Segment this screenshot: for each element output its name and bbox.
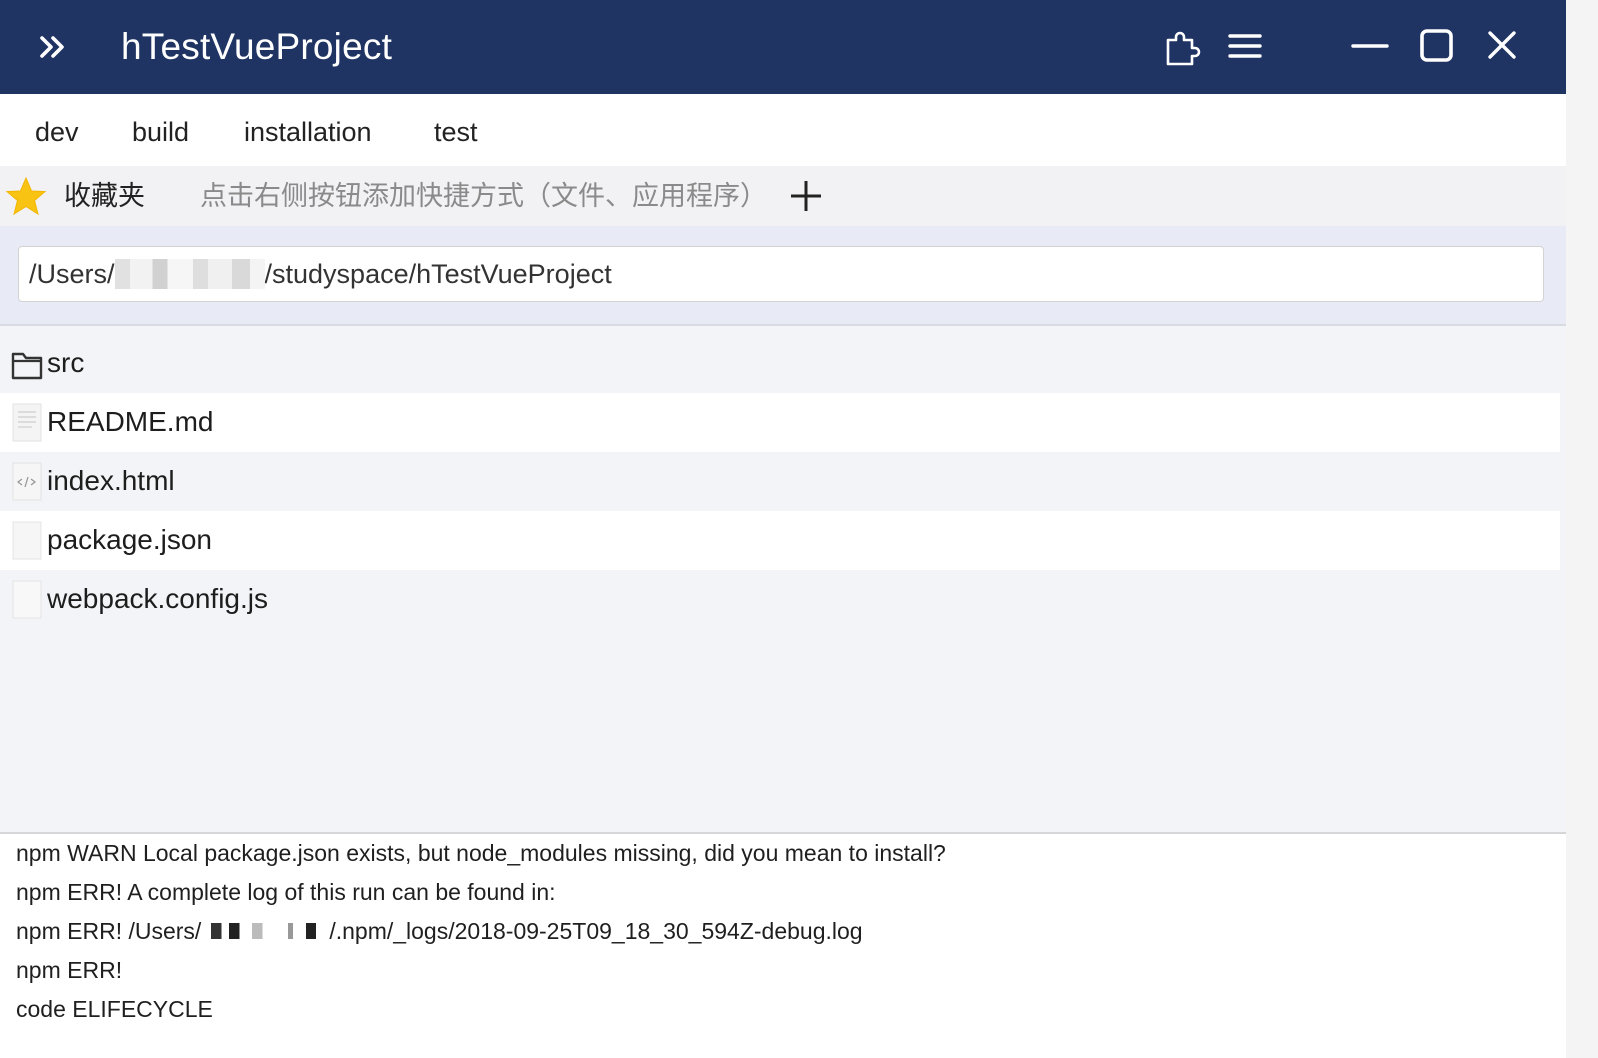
folder-icon (10, 344, 44, 384)
path-input[interactable]: /Users/ /studyspace/hTestVueProject (18, 246, 1544, 302)
file-list: src README.md index.html package.json we… (0, 326, 1566, 832)
file-row-webpack-config[interactable]: webpack.config.js (0, 570, 1560, 629)
blank-file-icon (10, 521, 44, 561)
window-edge (1566, 0, 1598, 1058)
path-suffix: /studyspace/hTestVueProject (264, 259, 612, 289)
console-output: npm WARN Local package.json exists, but … (0, 832, 1566, 1058)
favorites-hint: 点击右侧按钮添加快捷方式（文件、应用程序） (200, 181, 767, 211)
log-line: code ELIFECYCLE (16, 996, 213, 1022)
puzzle-icon[interactable] (1160, 24, 1204, 68)
file-row-index-html[interactable]: index.html (0, 452, 1560, 511)
file-name: index.html (47, 465, 175, 496)
redacted-username (201, 923, 330, 940)
text-file-icon (10, 403, 44, 443)
close-icon[interactable] (1480, 24, 1524, 68)
favorites-bar: 收藏夹 点击右侧按钮添加快捷方式（文件、应用程序） (0, 166, 1566, 226)
script-tabs: dev build installation test (0, 94, 1566, 166)
tab-installation[interactable]: installation (244, 112, 372, 152)
minimize-icon[interactable] (1348, 24, 1392, 68)
path-prefix: /Users/ (29, 259, 115, 289)
app-window: hTestVueProject dev build installation t… (0, 0, 1566, 1058)
window-title: hTestVueProject (121, 26, 393, 67)
file-row-readme[interactable]: README.md (0, 393, 1560, 452)
log-path-prefix: npm ERR! /Users/ (16, 918, 202, 944)
log-line: npm ERR! A complete log of this run can … (16, 879, 556, 905)
file-name: README.md (47, 406, 214, 437)
file-name: src (47, 347, 85, 378)
path-bar: /Users/ /studyspace/hTestVueProject (0, 226, 1566, 326)
tab-test[interactable]: test (434, 112, 478, 152)
log-line: npm ERR! (16, 957, 123, 983)
redacted-username (114, 258, 265, 289)
file-name: package.json (47, 524, 213, 555)
file-row-src[interactable]: src (0, 334, 1560, 393)
tab-build[interactable]: build (132, 112, 189, 152)
log-line: npm WARN Local package.json exists, but … (16, 840, 946, 866)
plus-icon[interactable] (786, 176, 826, 216)
double-chevron-right-icon[interactable] (34, 28, 72, 66)
maximize-icon[interactable] (1414, 24, 1458, 68)
favorites-label: 收藏夹 (64, 181, 145, 211)
file-name: webpack.config.js (47, 583, 269, 614)
file-row-package-json[interactable]: package.json (0, 511, 1560, 570)
log-path-suffix: /.npm/_logs/2018-09-25T09_18_30_594Z-deb… (329, 918, 863, 944)
html-file-icon (10, 462, 44, 502)
title-bar: hTestVueProject (0, 0, 1566, 94)
hamburger-menu-icon[interactable] (1222, 24, 1266, 68)
blank-file-icon (10, 580, 44, 620)
star-icon (4, 176, 48, 218)
log-line: npm ERR! /Users/ /.npm/_logs/2018-09-25T0… (16, 914, 863, 948)
tab-dev[interactable]: dev (35, 112, 79, 152)
